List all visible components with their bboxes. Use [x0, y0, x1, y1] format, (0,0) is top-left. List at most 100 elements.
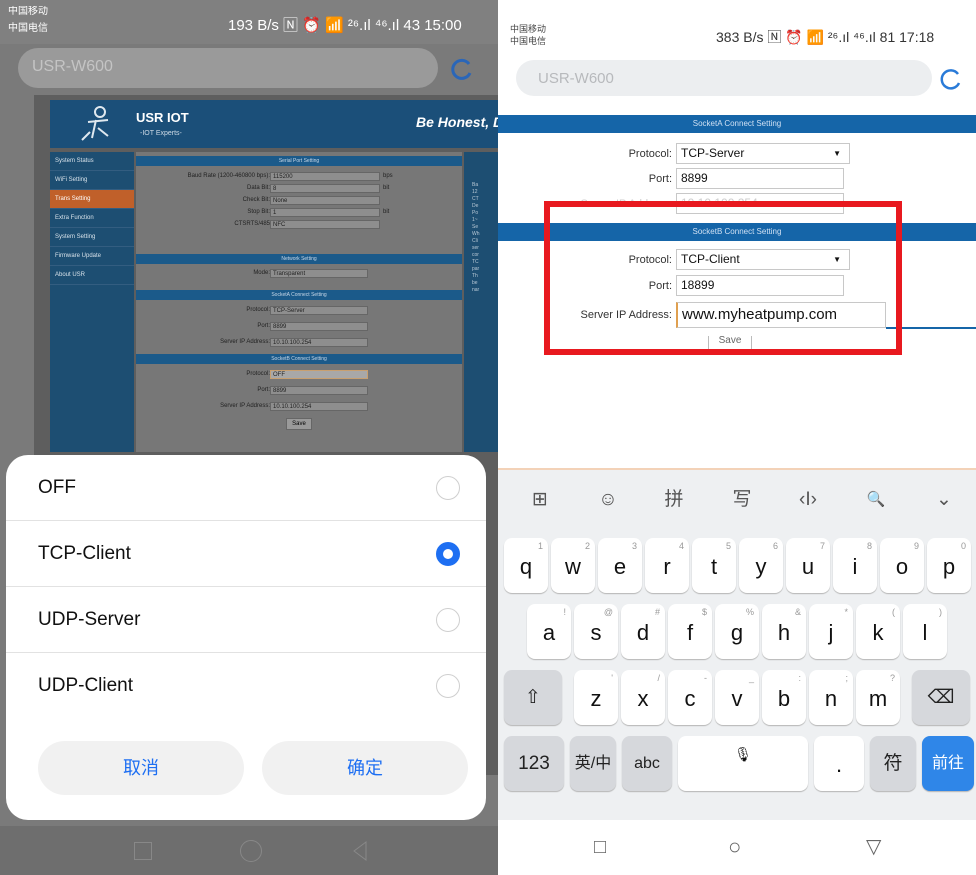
backspace-key[interactable]: ⌫	[912, 670, 970, 725]
form-row: Protocol: TCP-Server	[136, 306, 462, 316]
handwrite-icon[interactable]: 写	[716, 470, 768, 530]
usr-logo-icon	[81, 106, 109, 141]
key-w[interactable]: 2w	[551, 538, 595, 593]
key-m[interactable]: ? m	[856, 670, 900, 725]
section-title: SocketB Connect Setting	[136, 354, 462, 364]
emoji-icon[interactable]: ☺	[582, 470, 634, 530]
socketb-ip-input[interactable]: 10.10.100.254	[270, 402, 368, 411]
baud-select[interactable]: 115200	[270, 172, 380, 181]
key-b[interactable]: :b	[762, 670, 806, 725]
key-c[interactable]: -c	[668, 670, 712, 725]
keyboard-toolbar: ⊞ ☺ 拼 写 ‹I› 🔍 ⌄	[498, 470, 976, 530]
carrier-1: 中国移动	[8, 6, 48, 17]
unit: bit	[383, 209, 390, 215]
key-e[interactable]: 3e	[598, 538, 642, 593]
address-bar[interactable]: USR-W600	[516, 60, 932, 96]
key-y[interactable]: 6y	[739, 538, 783, 593]
menu-item[interactable]: WiFi Setting	[50, 171, 134, 190]
socketa-port-input[interactable]: 8899	[676, 168, 844, 189]
key-s[interactable]: @ s	[574, 604, 618, 659]
key-z[interactable]: ' z	[574, 670, 618, 725]
form-row: Mode: Transparent	[136, 269, 462, 279]
space-key[interactable]: 🎙	[678, 736, 808, 791]
cancel-button[interactable]: 取消	[38, 741, 244, 795]
recent-apps-icon[interactable]	[134, 842, 152, 860]
key-q[interactable]: 1q	[504, 538, 548, 593]
key-h[interactable]: & h	[762, 604, 806, 659]
mode-select[interactable]: Transparent	[270, 269, 368, 278]
radio-icon[interactable]	[436, 476, 460, 500]
refresh-icon[interactable]	[938, 66, 964, 92]
save-button[interactable]: Save	[286, 418, 312, 430]
key-v[interactable]: _ v	[715, 670, 759, 725]
form-row: Check Bit: None	[136, 196, 462, 206]
menu-item[interactable]: Extra Function	[50, 209, 134, 228]
option-label: UDP-Server	[38, 609, 141, 630]
option-udp-client[interactable]: UDP-Client	[6, 653, 486, 719]
back-icon[interactable]: ▽	[866, 834, 881, 859]
back-icon[interactable]	[350, 840, 370, 862]
confirm-button[interactable]: 确定	[262, 741, 468, 795]
socketa-ip-input[interactable]: 10.10.100.254	[270, 338, 368, 347]
recent-apps-icon[interactable]: □	[594, 836, 606, 859]
key-o[interactable]: 9o	[880, 538, 924, 593]
key-r[interactable]: 4r	[645, 538, 689, 593]
numbers-key[interactable]: 123	[504, 736, 564, 791]
key-u[interactable]: 7u	[786, 538, 830, 593]
key-k[interactable]: (k	[856, 604, 900, 659]
key-x[interactable]: / x	[621, 670, 665, 725]
grid-icon[interactable]: ⊞	[514, 470, 566, 530]
checkbit-select[interactable]: None	[270, 196, 380, 205]
highlight-box	[544, 201, 902, 355]
stopbit-select[interactable]: 1	[270, 208, 380, 217]
shift-key[interactable]: ⇧	[504, 670, 562, 725]
key-d[interactable]: # d	[621, 604, 665, 659]
cursor-icon[interactable]: ‹I›	[782, 470, 834, 530]
period-key[interactable]: .	[814, 736, 864, 791]
socketa-protocol-select[interactable]: TCP-Server	[270, 306, 368, 315]
unit: bps	[383, 173, 393, 179]
symbols-key[interactable]: 符	[870, 736, 916, 791]
key-f[interactable]: $ f	[668, 604, 712, 659]
menu-item[interactable]: System Setting	[50, 228, 134, 247]
ctsrts-select[interactable]: NFC	[270, 220, 380, 229]
menu-item[interactable]: Firmware Update	[50, 247, 134, 266]
radio-icon[interactable]	[436, 674, 460, 698]
collapse-keyboard-icon[interactable]: ⌄	[918, 470, 970, 530]
go-key[interactable]: 前往	[922, 736, 974, 791]
socketa-port-input[interactable]: 8899	[270, 322, 368, 331]
protocol-label: Protocol:	[628, 148, 672, 160]
search-icon[interactable]: 🔍	[850, 470, 902, 530]
language-switch-key[interactable]: 英/中	[570, 736, 616, 791]
menu-item[interactable]: System Status	[50, 152, 134, 171]
socketb-port-input[interactable]: 8899	[270, 386, 368, 395]
key-t[interactable]: 5t	[692, 538, 736, 593]
option-tcp-client[interactable]: TCP-Client	[6, 521, 486, 587]
menu-item-active[interactable]: Trans Setting	[50, 190, 134, 209]
socketb-protocol-select[interactable]: OFF	[270, 370, 368, 379]
section-title: Serial Port Setting	[136, 156, 462, 166]
menu-item[interactable]: About USR	[50, 266, 134, 285]
radio-selected-icon[interactable]	[436, 542, 460, 566]
key-g[interactable]: % g	[715, 604, 759, 659]
form-row: CTSRTS/485 NFC	[136, 220, 462, 230]
key-n[interactable]: ; n	[809, 670, 853, 725]
abc-key[interactable]: abc	[622, 736, 672, 791]
key-j[interactable]: * j	[809, 604, 853, 659]
home-icon[interactable]: ○	[728, 834, 741, 860]
socketa-protocol-select[interactable]: TCP-Server ▼	[676, 143, 850, 164]
status-bar: 中国移动 中国电信 193 B/s 🄽 ⏰ 📶 ²⁶.ıl ⁴⁶.ıl 43 1…	[0, 0, 498, 44]
key-l[interactable]: ) l	[903, 604, 947, 659]
field-label: Mode:	[253, 270, 270, 276]
refresh-icon[interactable]	[449, 56, 475, 82]
address-bar[interactable]: USR-W600	[18, 48, 438, 88]
radio-icon[interactable]	[436, 608, 460, 632]
key-a[interactable]: ! a	[527, 604, 571, 659]
key-p[interactable]: 0p	[927, 538, 971, 593]
key-i[interactable]: 8i	[833, 538, 877, 593]
pinyin-icon[interactable]: 拼	[648, 470, 700, 530]
databit-select[interactable]: 8	[270, 184, 380, 193]
option-off[interactable]: OFF	[6, 455, 486, 521]
option-udp-server[interactable]: UDP-Server	[6, 587, 486, 653]
home-icon[interactable]	[240, 840, 262, 862]
